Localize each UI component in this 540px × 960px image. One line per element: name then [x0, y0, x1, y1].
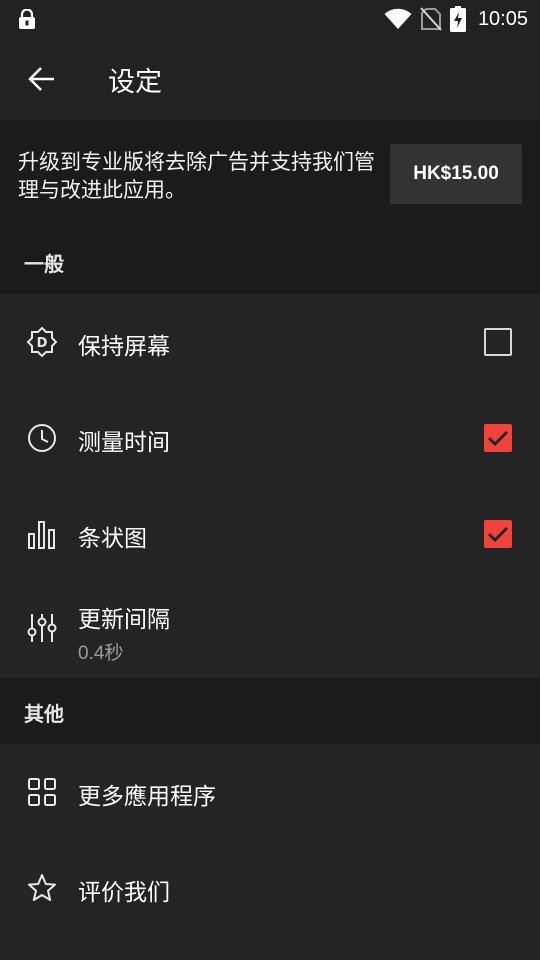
- grid-apps-icon: [28, 778, 56, 806]
- setting-measure-time[interactable]: 测量时间: [0, 390, 540, 486]
- setting-label: 评价我们: [78, 880, 170, 906]
- setting-label: 保持屏幕: [78, 334, 170, 360]
- checkmark-icon: [487, 430, 509, 447]
- checkmark-icon: [487, 526, 509, 543]
- tune-sliders-icon: [27, 614, 57, 642]
- buy-pro-button[interactable]: HK$15.00: [390, 144, 522, 204]
- page-title: 设定: [108, 67, 162, 98]
- setting-keep-screen[interactable]: D 保持屏幕: [0, 294, 540, 390]
- battery-charging-icon: [449, 6, 466, 32]
- screen-brightness-icon: D: [26, 326, 58, 358]
- keep-screen-checkbox[interactable]: [484, 328, 512, 356]
- app-bar: 设定: [0, 38, 540, 120]
- measure-time-checkbox[interactable]: [484, 424, 512, 452]
- update-interval-value: 0.4秒: [78, 643, 124, 664]
- lock-icon: [19, 9, 35, 29]
- setting-bar-chart[interactable]: 条状图: [0, 486, 540, 582]
- setting-rate-us[interactable]: 评价我们: [0, 840, 540, 936]
- setting-more-apps[interactable]: 更多應用程序: [0, 744, 540, 840]
- setting-label: 更新间隔: [78, 607, 170, 633]
- section-header-other: 其他: [0, 678, 540, 744]
- setting-label: 更多應用程序: [78, 784, 216, 810]
- star-outline-icon: [28, 874, 56, 901]
- status-time: 10:05: [477, 7, 528, 30]
- promo-text: 升级到专业版将去除广告并支持我们管理与改进此应用。: [18, 150, 375, 202]
- bar-chart-checkbox[interactable]: [484, 520, 512, 548]
- section-title: 其他: [24, 702, 64, 726]
- setting-update-interval[interactable]: 更新间隔 0.4秒: [0, 582, 540, 678]
- setting-label: 条状图: [78, 526, 147, 552]
- svg-text:D: D: [37, 336, 48, 351]
- wifi-icon: [384, 8, 412, 29]
- no-sim-icon: [420, 7, 442, 31]
- section-header-general: 一般: [0, 228, 540, 294]
- section-title: 一般: [24, 252, 64, 276]
- bar-chart-icon: [28, 521, 55, 549]
- setting-label: 测量时间: [78, 430, 170, 456]
- clock-icon: [28, 424, 56, 452]
- status-bar: 10:05: [0, 0, 540, 38]
- arrow-back-icon[interactable]: [26, 63, 58, 95]
- upgrade-promo: 升级到专业版将去除广告并支持我们管理与改进此应用。 HK$15.00: [0, 120, 540, 228]
